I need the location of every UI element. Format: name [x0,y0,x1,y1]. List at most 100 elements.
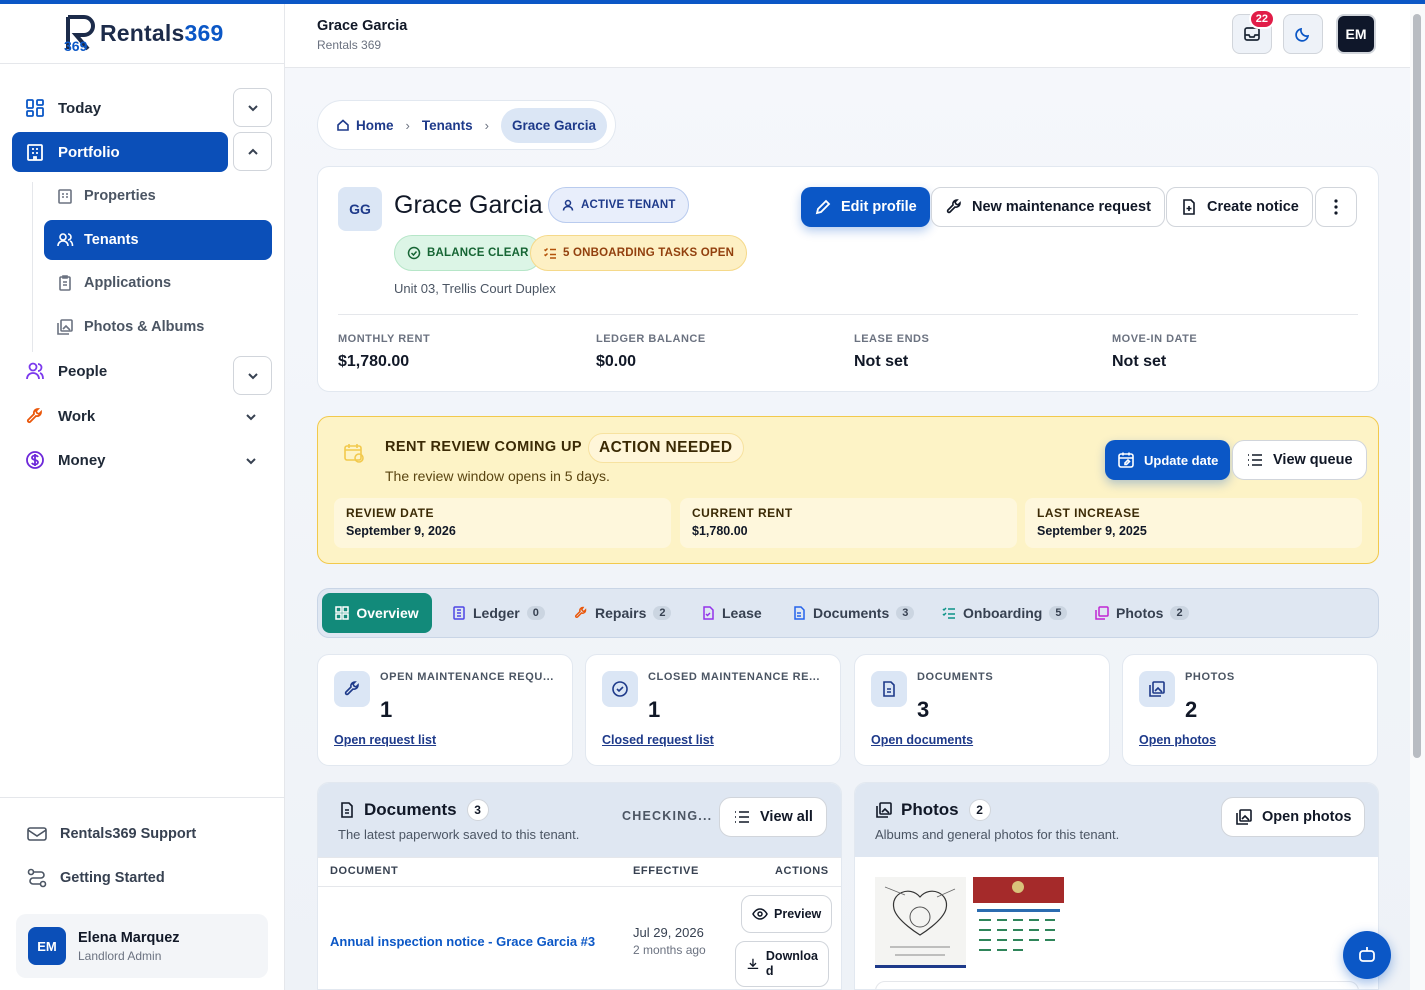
tab-photos[interactable]: Photos 2 [1085,593,1199,633]
breadcrumb-home[interactable]: Home [336,118,394,133]
photos-panel: Photos 2 Albums and general photos for t… [854,782,1379,990]
preview-label: Preview [774,907,822,921]
closed-request-list-link[interactable]: Closed request list [602,733,714,747]
people-icon [24,360,46,382]
breadcrumb: Home › Tenants › Grace Garcia [317,100,617,150]
more-actions-button[interactable] [1315,187,1357,227]
work-chevron-icon[interactable] [240,406,262,428]
sidebar-item-photos-albums[interactable]: Photos & Albums [44,307,272,347]
rent-review-banner: RENT REVIEW COMING UP ACTION NEEDED The … [317,416,1379,564]
today-expand-button[interactable] [233,88,272,127]
support-link[interactable]: Rentals369 Support [26,823,196,845]
notifications-button[interactable]: 22 [1232,9,1275,54]
support-label: Rentals369 Support [60,826,197,842]
user-name: Elena Marquez [78,929,180,946]
calendar-edit-icon [1118,452,1134,468]
sidebar-item-portfolio[interactable]: Portfolio [12,132,228,172]
breadcrumb-tenants[interactable]: Tenants [422,118,473,133]
wrench-icon [946,199,961,214]
new-maintenance-label: New maintenance request [972,199,1151,215]
sidebar-item-people[interactable]: People [12,351,228,391]
open-photos-button[interactable]: Open photos [1221,797,1366,837]
sidebar-item-money[interactable]: Money [12,440,228,480]
tab-documents[interactable]: Documents 3 [782,593,924,633]
tab-lease[interactable]: Lease [691,593,772,633]
file-plus-icon [1183,199,1195,215]
box-value: $1,780.00 [692,524,748,538]
sidebar-item-work[interactable]: Work [12,396,228,436]
photos-panel-header: Photos 2 Albums and general photos for t… [855,783,1378,857]
download-button[interactable]: Downloa d [735,941,829,987]
tab-overview[interactable]: Overview [322,593,432,633]
theme-toggle-button[interactable] [1283,14,1323,54]
action-needed-badge: ACTION NEEDED [588,433,744,463]
photo-thumbnail[interactable] [875,877,966,968]
sidebar-item-label: Today [58,99,102,117]
balance-label: BALANCE CLEAR [427,247,529,259]
user-card[interactable]: EM Elena Marquez Landlord Admin [16,914,268,978]
grid-icon [335,606,350,620]
images-icon [1095,606,1109,620]
sidebar: 369 Rentals369 Today Portfolio Propertie… [0,4,285,990]
file-text-icon [871,671,907,707]
assistant-button[interactable] [1343,931,1391,979]
scrollbar-thumb[interactable] [1413,14,1421,758]
brand-suffix: 369 [184,19,224,46]
sub-item-label: Properties [84,188,156,204]
sidebar-item-properties[interactable]: Properties [44,176,272,216]
sidebar-item-label: Work [58,407,96,425]
user-menu-button[interactable]: EM [1336,14,1376,54]
portfolio-collapse-button[interactable] [233,132,272,171]
money-chevron-icon[interactable] [240,450,262,472]
update-date-button[interactable]: Update date [1105,440,1231,480]
preview-button[interactable]: Preview [741,895,833,933]
submenu-rail [32,182,33,352]
column-header-actions: ACTIONS [775,865,829,877]
open-photos-link[interactable]: Open photos [1139,733,1216,747]
card-value: 3 [917,697,930,722]
sketch-image [875,877,966,965]
card-label: OPEN MAINTENANCE REQU... [380,671,554,683]
stat-label: MOVE-IN DATE [1112,333,1198,345]
file-text-icon [794,606,805,620]
route-icon [27,868,47,888]
open-documents-link[interactable]: Open documents [871,733,973,747]
album-row [875,981,1359,989]
tab-ledger[interactable]: Ledger 0 [442,593,555,633]
people-expand-button[interactable] [233,356,272,395]
tab-repairs[interactable]: Repairs 2 [564,593,681,633]
photo-thumbnail[interactable] [973,877,1064,968]
tab-onboarding[interactable]: Onboarding 5 [932,593,1077,633]
chevron-right-icon: › [405,117,410,133]
create-notice-button[interactable]: Create notice [1166,187,1313,227]
tab-label: Ledger [473,605,520,621]
wrench-icon [24,405,46,427]
tab-label: Repairs [595,605,647,621]
panel-count: 3 [466,799,489,821]
update-date-label: Update date [1144,452,1219,468]
brand-logo[interactable]: 369 Rentals369 [64,12,223,54]
sidebar-item-tenants[interactable]: Tenants [44,220,272,260]
tenant-name: Grace Garcia [394,191,543,219]
stat-label: LEDGER BALANCE [596,333,706,345]
document-link[interactable]: Annual inspection notice - Grace Garcia … [330,934,595,949]
documents-card: DOCUMENTS 3 Open documents [854,654,1110,766]
open-request-list-link[interactable]: Open request list [334,733,436,747]
dashboard-icon [24,97,46,119]
view-all-documents-button[interactable]: View all [719,797,827,837]
header-subtitle: Rentals 369 [317,38,382,52]
eye-icon [752,908,768,920]
edit-profile-label: Edit profile [841,199,917,215]
column-header-effective: EFFECTIVE [633,865,699,877]
edit-profile-button[interactable]: Edit profile [801,187,930,227]
view-queue-button[interactable]: View queue [1232,440,1367,480]
panel-title: Photos [901,800,959,819]
card-label: DOCUMENTS [917,671,994,683]
header-title: Grace Garcia [317,18,408,34]
sidebar-item-applications[interactable]: Applications [44,263,272,303]
chevron-right-icon: › [484,117,489,133]
new-maintenance-request-button[interactable]: New maintenance request [931,187,1165,227]
sidebar-item-today[interactable]: Today [12,88,228,128]
getting-started-link[interactable]: Getting Started [26,867,165,889]
images-icon [1139,671,1175,707]
